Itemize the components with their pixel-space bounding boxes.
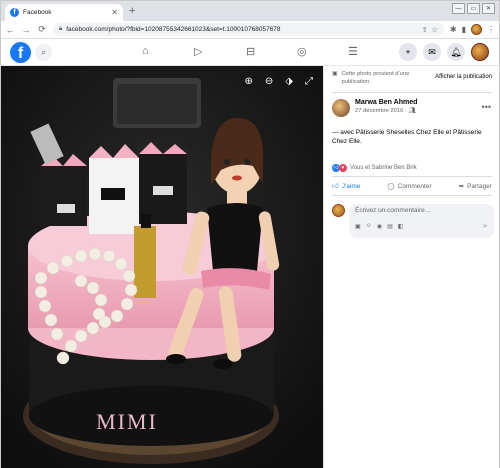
marketplace-icon[interactable]: ⊟ — [246, 45, 255, 58]
home-icon[interactable]: ⌂ — [142, 45, 149, 57]
comment-input[interactable]: Écrivez un commentaire… ▣ ☺ ◉ ▤ ◧ ➤ — [349, 204, 494, 238]
watch-video-icon[interactable]: ▷ — [194, 45, 202, 58]
facebook-header: f ⌕ ⌂ ▷ ⊟ ◎ ☰ + ✉ 🔔︎ — [1, 39, 499, 66]
sticker-icon[interactable]: ◧ — [398, 223, 404, 230]
messenger-icon[interactable]: ✉ — [423, 43, 441, 61]
forward-icon[interactable]: → — [21, 25, 31, 35]
post-actions: 👍︎ J'aime ◯ Commenter ➦ Partager — [332, 182, 492, 191]
close-window-icon[interactable]: ✕ — [482, 3, 495, 14]
extensions-area: ✱ ▮ ⋮ — [450, 24, 495, 35]
post-date-row: 27 décembre 2016 · 👥︎ — [355, 108, 417, 114]
close-tab-icon[interactable]: ✕ — [111, 8, 118, 17]
profile-avatar[interactable] — [471, 24, 482, 35]
extensions-puzzle-icon[interactable]: ✱ — [450, 25, 457, 34]
photo-viewer[interactable]: MIMI ⊕ ⊖ ⬗ ⤢ — [1, 66, 323, 468]
commenter-avatar — [332, 204, 345, 217]
more-options-icon[interactable]: ••• — [482, 102, 491, 112]
comment-button[interactable]: ◯ Commenter — [387, 182, 432, 191]
info-icon: ▣ — [332, 71, 338, 77]
love-reaction-icon: ♥ — [339, 164, 347, 172]
facebook-favicon-icon: f — [10, 8, 19, 17]
account-avatar[interactable] — [471, 43, 489, 61]
show-post-link[interactable]: Afficher la publication — [435, 74, 492, 82]
comment-label: Commenter — [397, 182, 432, 190]
facebook-logo-icon[interactable]: f — [10, 42, 31, 63]
navigation-bar: ← → ⟳ 🔒︎ facebook.com/photo/?fbid=102087… — [1, 21, 499, 39]
author-name[interactable]: Marwa Ben Ahmed — [355, 99, 417, 106]
avatar-sticker-icon[interactable]: ▣ — [355, 223, 361, 230]
browser-window: f Facebook ✕ + — ▭ ✕ ← → ⟳ 🔒︎ facebook.c… — [0, 0, 500, 468]
reload-icon[interactable]: ⟳ — [37, 24, 47, 35]
comment-tools: ▣ ☺ ◉ ▤ ◧ ➤ — [355, 222, 488, 230]
author-avatar[interactable] — [332, 99, 350, 117]
post-author: Marwa Ben Ahmed 27 décembre 2016 · 👥︎ — [332, 99, 417, 117]
comment-placeholder: Écrivez un commentaire… — [355, 207, 432, 214]
share-label: Partager — [467, 182, 492, 190]
share-button[interactable]: ➦ Partager — [458, 182, 492, 191]
menu-kebab-icon[interactable]: ⋮ — [487, 25, 495, 34]
photo-tools: ⊕ ⊖ ⬗ ⤢ — [245, 76, 313, 87]
divider — [332, 195, 492, 196]
camera-icon[interactable]: ◉ — [377, 223, 382, 230]
zoom-in-icon[interactable]: ⊕ — [245, 76, 253, 87]
tag-icon[interactable]: ⬗ — [285, 76, 293, 87]
window-controls: — ▭ ✕ — [452, 3, 495, 14]
send-icon[interactable]: ➤ — [482, 222, 488, 230]
notice-text: Cette photo provient d'une publication. — [341, 71, 410, 85]
lock-icon[interactable]: 🔒︎ — [59, 26, 62, 33]
zoom-out-icon[interactable]: ⊖ — [265, 76, 273, 87]
origin-notice: ▣ Cette photo provient d'une publication… — [332, 71, 492, 86]
browser-tab[interactable]: f Facebook ✕ — [5, 4, 123, 21]
groups-icon[interactable]: ◎ — [297, 45, 307, 58]
fullscreen-icon[interactable]: ⤢ — [305, 76, 313, 87]
share-arrow-icon: ➦ — [458, 183, 465, 190]
divider — [332, 92, 492, 93]
like-button[interactable]: 👍︎ J'aime — [332, 182, 361, 191]
tab-strip: f Facebook ✕ + — ▭ ✕ — [1, 1, 499, 21]
cake-name-text: MIMI — [96, 409, 158, 434]
cake-photo: MIMI — [1, 66, 323, 468]
bookmark-star-icon[interactable]: ☆ — [432, 26, 438, 34]
side-panel-icon[interactable]: ▮ — [462, 25, 466, 34]
comment-composer: Écrivez un commentaire… ▣ ☺ ◉ ▤ ◧ ➤ — [332, 204, 494, 238]
minimize-icon[interactable]: — — [452, 3, 465, 14]
emoji-icon[interactable]: ☺ — [366, 223, 372, 229]
share-page-icon[interactable]: ⇪ — [422, 26, 428, 34]
like-label: J'aime — [341, 182, 361, 190]
new-tab-icon[interactable]: + — [129, 5, 135, 17]
create-plus-icon[interactable]: + — [399, 43, 417, 61]
reactions-summary[interactable]: 👍︎ ♥ Vous et Sabrine Ben Brik — [332, 164, 417, 172]
back-icon[interactable]: ← — [5, 25, 15, 35]
divider — [332, 176, 492, 177]
post-caption: — avec Pâtisserie Sheselles Chez Elle et… — [332, 129, 482, 146]
friends-privacy-icon: 👥︎ — [408, 108, 416, 114]
reactions-text: Vous et Sabrine Ben Brik — [350, 165, 417, 171]
header-actions: + ✉ 🔔︎ — [399, 43, 489, 61]
post-date[interactable]: 27 décembre 2016 · — [355, 108, 409, 114]
notifications-bell-icon[interactable]: 🔔︎ — [447, 43, 465, 61]
search-icon[interactable]: ⌕ — [35, 44, 52, 61]
gif-icon[interactable]: ▤ — [387, 223, 393, 230]
url-text: facebook.com/photo/?fbid=102087553426610… — [66, 26, 281, 33]
post-panel: ▣ Cette photo provient d'une publication… — [323, 66, 499, 468]
menu-icon[interactable]: ☰ — [348, 45, 358, 58]
address-bar[interactable]: 🔒︎ facebook.com/photo/?fbid=102087553426… — [53, 23, 444, 36]
maximize-icon[interactable]: ▭ — [467, 3, 480, 14]
tab-title: Facebook — [23, 9, 52, 16]
comment-bubble-icon: ◯ — [387, 183, 395, 190]
thumbs-up-icon: 👍︎ — [332, 183, 339, 190]
